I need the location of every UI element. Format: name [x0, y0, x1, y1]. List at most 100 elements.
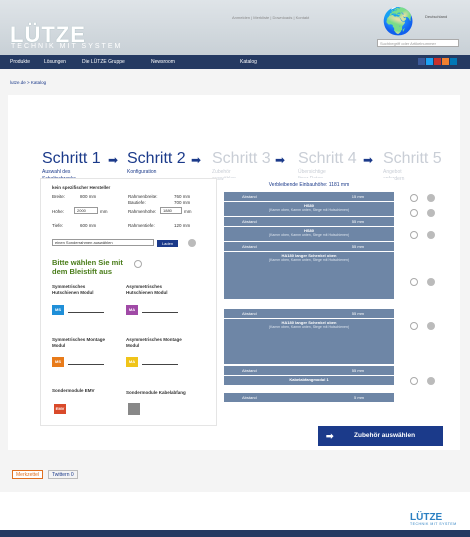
edit-icon[interactable] [410, 194, 418, 202]
abstand-value: 55 mm [351, 218, 364, 224]
rail-icon [68, 303, 104, 313]
abstand-row: Abstand 55 mm [224, 309, 394, 318]
module-row[interactable]: Kabelabfangmodul 1 [224, 376, 394, 385]
abstand-value: 15 mm [351, 193, 364, 199]
abstand-label: Abstand [242, 193, 257, 199]
abstand-label: Abstand [242, 243, 257, 249]
mm-unit: mm [184, 209, 192, 214]
abstand-label: Abstand [242, 394, 257, 400]
world-map-icon: 🌍 [382, 6, 415, 36]
delete-icon[interactable] [427, 322, 435, 330]
main-nav: Produkte Lösungen Die LÜTZE Gruppe Newsr… [0, 55, 470, 69]
rahmenhoehe-select[interactable]: 1880 [160, 207, 182, 214]
abstand-value: 5 mm [354, 394, 364, 400]
abstand-row: Abstand 55 mm [224, 217, 394, 226]
module-row[interactable]: HS80 (Kamm oben, Kamm unten, Stege mit Hu… [224, 202, 394, 216]
rahmenbreite-value: 760 mm [174, 194, 191, 199]
module-row[interactable]: HA180 langer Schenkel oben (Kamm oben, Ka… [224, 319, 394, 364]
delete-icon[interactable] [427, 278, 435, 286]
module-ma-icon[interactable]: MA [126, 305, 138, 315]
arrow-right-icon: ➡ [363, 153, 374, 167]
module-label: Sondermodule Kabelabfang [126, 390, 186, 395]
abstand-row: Abstand 15 mm [224, 192, 394, 201]
rss-icon[interactable] [442, 58, 449, 65]
module-subtitle: (Kamm oben, Kamm unten, Stege mit Hutsch… [268, 325, 350, 329]
abstand-value: 55 mm [351, 367, 364, 373]
step-title: Schritt 5 [383, 150, 442, 167]
edit-icon[interactable] [410, 322, 418, 330]
abstand-value: 55 mm [351, 243, 364, 249]
bautiefe-value: 700 mm [174, 200, 191, 205]
hoehe-select[interactable]: 2000 [74, 207, 98, 214]
delete-icon[interactable] [427, 194, 435, 202]
nav-item-katalog[interactable]: Katalog [240, 59, 257, 65]
accessory-button[interactable]: ➡ Zubehör auswählen [318, 426, 443, 446]
twitter-icon[interactable] [426, 58, 433, 65]
rahmenhoehe-label: Rahmenhöhe: [128, 209, 157, 214]
tiefe-label: Tiefe: [52, 223, 64, 228]
arrow-right-icon: ➡ [108, 153, 119, 167]
edit-icon[interactable] [410, 209, 418, 217]
module-label: Asymmetrisches Montage Modul [126, 337, 182, 348]
breadcrumb[interactable]: lutze.de > Katalog [10, 80, 46, 85]
breite-label: Breite: [52, 194, 66, 199]
step-title: Schritt 4 [298, 150, 357, 167]
footer-strip [0, 492, 470, 530]
search-input[interactable]: Suchbegriff oder Artikelnummer [377, 39, 459, 47]
module-kabel-icon[interactable] [128, 403, 140, 415]
abstand-label: Abstand [242, 367, 257, 373]
module-ma-icon[interactable]: MA [126, 357, 138, 367]
edit-icon[interactable] [410, 278, 418, 286]
brand-tagline: TECHNIK MIT SYSTEM [11, 43, 123, 50]
bautiefe-label: Bautiefe: [128, 200, 146, 205]
delete-icon[interactable] [427, 377, 435, 385]
delete-icon[interactable] [427, 209, 435, 217]
nav-item-gruppe[interactable]: Die LÜTZE Gruppe [82, 59, 125, 65]
language-selector[interactable]: Deutschland [425, 14, 447, 19]
arrow-right-icon: ➡ [191, 153, 202, 167]
edit-icon[interactable] [410, 377, 418, 385]
mm-unit: mm [100, 209, 108, 214]
tweet-button[interactable]: Twittern 0 [48, 470, 78, 479]
edit-icon[interactable] [410, 231, 418, 239]
module-label: Symmetrisches Montage Modul [52, 337, 106, 348]
delete-icon[interactable] [427, 231, 435, 239]
step-2[interactable]: Schritt 2 Konfiguration [127, 150, 186, 175]
youtube-icon[interactable] [434, 58, 441, 65]
manufacturer-heading: kein spezifischer Hersteller [52, 185, 111, 190]
tiefe-value: 600 mm [80, 223, 97, 228]
step-title: Schritt 3 [212, 150, 271, 167]
sonderrahmen-select[interactable]: einen Sonderrahmen auswählen [52, 239, 154, 246]
module-ms-icon[interactable]: MS [52, 305, 64, 315]
arrow-right-icon: ➡ [275, 153, 286, 167]
pencil-icon[interactable] [134, 260, 142, 268]
step-subtitle: Angebot [383, 169, 402, 175]
arrow-right-icon: ➡ [326, 431, 334, 441]
module-ms-icon[interactable]: MS [52, 357, 64, 367]
step-subtitle: Zubehör [212, 169, 231, 175]
abstand-label: Abstand [242, 218, 257, 224]
nav-item-newsroom[interactable]: Newsroom [151, 59, 175, 65]
nav-item-loesungen[interactable]: Lösungen [44, 59, 66, 65]
rahmentiefe-value: 120 mm [174, 223, 191, 228]
module-row[interactable]: HS80 (Kamm oben, Kamm unten, Stege mit Hu… [224, 227, 394, 241]
abstand-row: Abstand 5 mm [224, 393, 394, 402]
module-emv-icon[interactable]: EMV [54, 404, 66, 414]
step-title: Schritt 1 [42, 150, 101, 167]
rahmenbreite-label: Rahmenbreite: [128, 194, 158, 199]
module-row[interactable]: HA180 langer Schenkel oben (Kamm oben, Ka… [224, 252, 394, 299]
laden-button[interactable]: Laden [157, 240, 178, 247]
bottom-bar [0, 530, 470, 537]
footer-tagline: TECHNIK MIT SYSTEM [410, 522, 457, 526]
top-links[interactable]: Anmelden | Merkliste | Downloads | Konta… [232, 15, 309, 20]
info-icon[interactable] [188, 239, 196, 247]
module-subtitle: (Kamm oben, Kamm unten, Stege mit Hutsch… [268, 258, 350, 262]
xing-icon[interactable] [450, 58, 457, 65]
merkzettel-button[interactable]: Merkzettel [12, 470, 44, 479]
abstand-label: Abstand [242, 310, 257, 316]
facebook-icon[interactable] [418, 58, 425, 65]
module-title: Kabelabfangmodul 1 [289, 377, 329, 382]
nav-item-produkte[interactable]: Produkte [10, 59, 30, 65]
module-label: Symmetrisches Hutschienen Modul [52, 284, 94, 295]
tweet-count: 0 [70, 472, 74, 478]
